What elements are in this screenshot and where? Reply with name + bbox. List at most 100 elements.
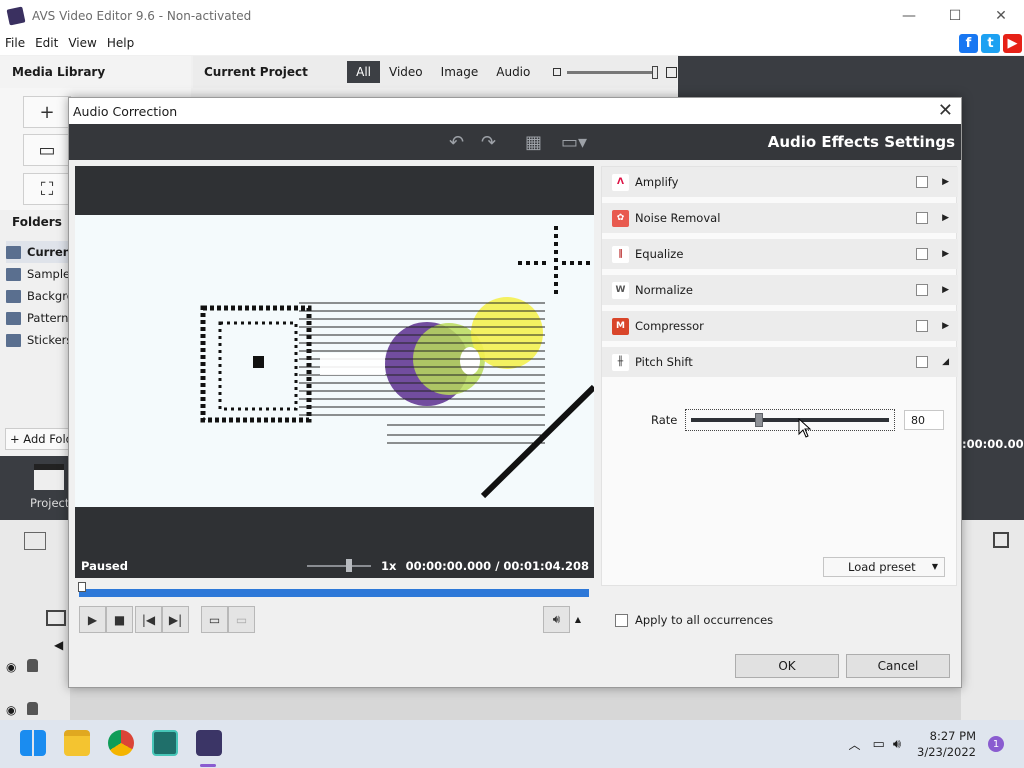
project-title: Current Project — [204, 65, 308, 79]
capture-icon[interactable]: ⛶ — [23, 173, 71, 205]
expand-arrow-icon[interactable]: ▶ — [942, 285, 949, 295]
rate-value-field[interactable]: 80 — [904, 410, 944, 430]
collapse-arrow-icon[interactable]: ◢ — [942, 357, 949, 367]
film-icon[interactable] — [46, 610, 66, 626]
speed-slider-thumb[interactable] — [346, 559, 352, 572]
dialog-close-button[interactable]: ✕ — [938, 100, 953, 121]
next-frame-button[interactable]: ▶| — [162, 606, 189, 633]
start-icon[interactable] — [20, 730, 46, 756]
effect-amplify[interactable]: Λ Amplify ▶ — [602, 167, 958, 197]
cancel-button[interactable]: Cancel — [846, 654, 950, 678]
effect-noise-removal[interactable]: ✿ Noise Removal ▶ — [602, 203, 958, 233]
effect-checkbox[interactable] — [916, 320, 929, 332]
play-button[interactable]: ▶ — [79, 606, 106, 633]
ok-button[interactable]: OK — [735, 654, 839, 678]
audio-track-icon[interactable]: ◀ — [54, 638, 63, 652]
pitch-rate-row: Rate 80 — [602, 407, 958, 433]
menu-file[interactable]: File — [0, 36, 30, 50]
title-bar: AVS Video Editor 9.6 - Non-activated — ☐… — [0, 0, 1024, 31]
menu-edit[interactable]: Edit — [30, 36, 63, 50]
camera-icon[interactable]: ▭ — [23, 134, 71, 166]
twitter-icon[interactable]: t — [981, 34, 1000, 53]
maximize-button[interactable]: ☐ — [932, 0, 978, 31]
effect-checkbox[interactable] — [916, 284, 929, 296]
tab-image[interactable]: Image — [432, 61, 488, 83]
add-media-button[interactable]: + — [23, 96, 71, 128]
expand-arrow-icon[interactable]: ▶ — [942, 177, 949, 187]
storyboard-icon[interactable] — [24, 532, 46, 550]
add-folder-button[interactable]: + Add Fold — [5, 428, 71, 450]
volume-control[interactable]: 🔊︎ ▲ — [543, 606, 588, 633]
lock-icon[interactable] — [27, 659, 38, 672]
seek-thumb[interactable] — [78, 582, 86, 592]
rate-slider-track[interactable] — [691, 418, 889, 422]
clapperboard-icon[interactable] — [34, 464, 64, 490]
eye-icon[interactable]: ◉ — [6, 660, 16, 674]
minimize-button[interactable]: — — [886, 0, 932, 31]
zoom-small-icon[interactable] — [553, 68, 562, 76]
youtube-icon[interactable]: ▶ — [1003, 34, 1022, 53]
effect-pitch-shift[interactable]: ╫ Pitch Shift ◢ — [602, 347, 958, 377]
chrome-icon[interactable] — [108, 730, 134, 756]
load-preset-dropdown[interactable]: Load preset ▼ — [823, 557, 945, 577]
folder-current[interactable]: Current — [6, 241, 70, 263]
undo-icon[interactable]: ↶ — [449, 132, 464, 153]
volume-icon[interactable]: 🔊︎ — [543, 606, 570, 633]
effect-checkbox[interactable] — [916, 248, 929, 260]
menu-help[interactable]: Help — [102, 36, 139, 50]
fullscreen-icon[interactable]: ▭ — [201, 606, 228, 633]
load-preset-label: Load preset — [848, 560, 916, 574]
folder-backgrounds[interactable]: Backgrou — [6, 285, 70, 307]
speaker-icon[interactable]: 🔊︎ — [893, 737, 901, 752]
previous-frame-button[interactable]: |◀ — [135, 606, 162, 633]
lock-icon[interactable] — [27, 702, 38, 715]
close-button[interactable]: ✕ — [978, 0, 1024, 31]
grid-icon[interactable]: ▦ — [525, 132, 542, 153]
volume-arrow-icon[interactable]: ▲ — [570, 606, 586, 633]
apply-to-all-option[interactable]: Apply to all occurrences — [615, 613, 773, 627]
expand-arrow-icon[interactable]: ▶ — [942, 213, 949, 223]
video-editor-icon[interactable] — [152, 730, 178, 756]
notification-badge[interactable]: 1 — [988, 736, 1004, 752]
seek-track[interactable] — [79, 589, 589, 597]
seek-bar[interactable] — [78, 582, 589, 598]
video-preview — [75, 215, 594, 507]
zoom-slider[interactable] — [567, 65, 659, 79]
facebook-icon[interactable]: f — [959, 34, 978, 53]
redo-icon[interactable]: ↷ — [481, 132, 496, 153]
tab-video[interactable]: Video — [380, 61, 432, 83]
tab-audio[interactable]: Audio — [487, 61, 539, 83]
folder-icon — [6, 267, 21, 281]
dialog-toolbar: ↶ ↷ ▦ ▭▾ Audio Effects Settings — [69, 124, 961, 160]
normalize-icon: W — [612, 281, 629, 299]
monitor-icon[interactable]: ▭▾ — [561, 132, 587, 153]
effect-checkbox[interactable] — [916, 176, 929, 188]
stop-button[interactable]: ■ — [106, 606, 133, 633]
speed-slider-track[interactable] — [307, 565, 371, 567]
fit-timeline-icon[interactable] — [993, 532, 1009, 548]
effect-checkbox[interactable] — [916, 212, 929, 224]
apply-to-all-checkbox[interactable] — [615, 613, 628, 627]
network-icon[interactable]: ▭ — [873, 737, 885, 752]
expand-arrow-icon[interactable]: ▶ — [942, 321, 949, 331]
file-explorer-icon[interactable] — [64, 730, 90, 756]
chevron-up-icon[interactable]: ︿ — [849, 736, 861, 753]
clock[interactable]: 8:27 PM 3/23/2022 — [917, 728, 976, 760]
effect-checkbox[interactable] — [916, 356, 929, 368]
zoom-large-icon[interactable] — [666, 66, 677, 78]
media-library-title: Media Library — [0, 56, 191, 88]
folder-patterns[interactable]: Patterns — [6, 307, 70, 329]
tab-all[interactable]: All — [347, 61, 381, 83]
rate-slider-thumb[interactable] — [755, 413, 763, 427]
folder-stickers[interactable]: Stickers — [6, 329, 70, 351]
video-frame — [75, 215, 594, 507]
avs-icon[interactable] — [196, 730, 222, 756]
menu-view[interactable]: View — [63, 36, 101, 50]
folder-samples[interactable]: Samples — [6, 263, 70, 285]
rate-slider[interactable] — [685, 409, 895, 431]
effect-equalize[interactable]: ‖ Equalize ▶ — [602, 239, 958, 269]
effect-normalize[interactable]: W Normalize ▶ — [602, 275, 958, 305]
eye-icon[interactable]: ◉ — [6, 703, 16, 717]
expand-arrow-icon[interactable]: ▶ — [942, 249, 949, 259]
effect-compressor[interactable]: M Compressor ▶ — [602, 311, 958, 341]
